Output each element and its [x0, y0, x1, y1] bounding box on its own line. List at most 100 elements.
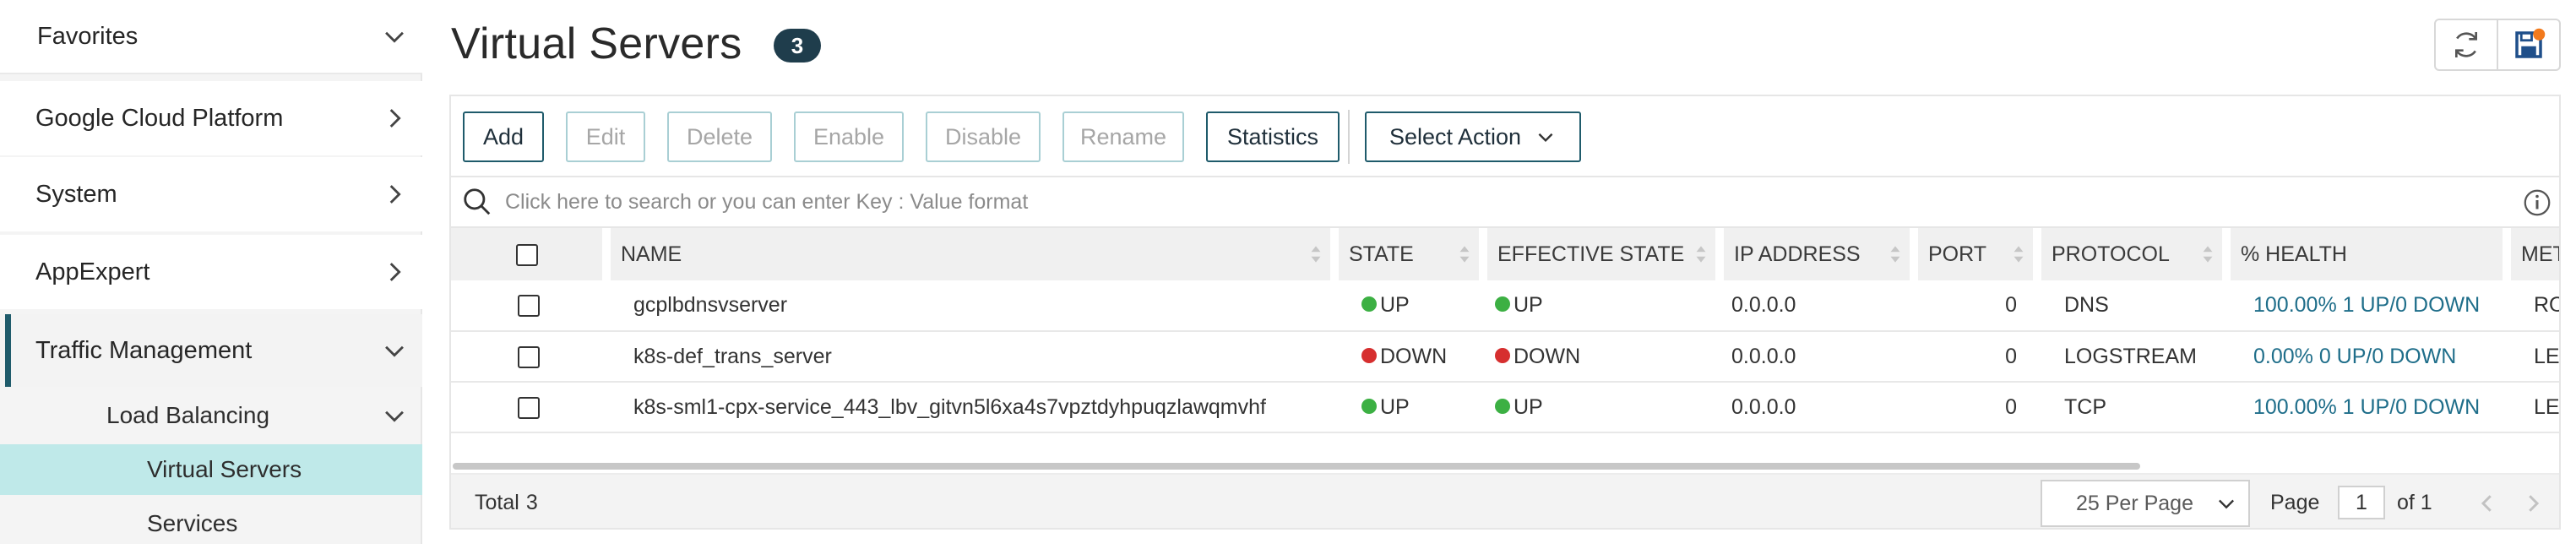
search-input[interactable]: Click here to search or you can enter Ke…: [505, 190, 1028, 215]
rename-button[interactable]: Rename: [1062, 111, 1184, 162]
column-header-protocol[interactable]: PROTOCOL: [2033, 228, 2226, 280]
column-header-method[interactable]: METH: [2503, 228, 2559, 280]
search-bar[interactable]: Click here to search or you can enter Ke…: [451, 176, 2559, 228]
column-header-effective-state[interactable]: EFFECTIVE STATE: [1479, 228, 1720, 280]
sort-icon: [1696, 246, 1706, 263]
table-row[interactable]: k8s-sml1-cpx-service_443_lbv_gitvn5l6xa4…: [451, 382, 2559, 433]
edit-button[interactable]: Edit: [566, 111, 645, 162]
sort-icon: [2014, 246, 2024, 263]
row-checkbox[interactable]: [518, 295, 540, 318]
effective-state-text: UP: [1514, 394, 1543, 419]
sidebar-item-label: System: [35, 180, 117, 208]
row-checkbox[interactable]: [518, 345, 540, 368]
active-indicator: [5, 314, 11, 387]
chevron-down-icon: [385, 410, 404, 422]
refresh-button[interactable]: [2436, 20, 2497, 69]
column-label: NAME: [621, 242, 682, 266]
count-badge: 3: [774, 29, 821, 63]
page-number-input[interactable]: 1: [2338, 486, 2385, 519]
method-cell: LEAST: [2507, 382, 2559, 433]
virtual-servers-table: NAME STATE EFFECTIVE STATE IP ADDRESS PO…: [451, 228, 2559, 433]
sidebar-item-google-cloud-platform[interactable]: Google Cloud Platform: [0, 81, 422, 155]
sidebar-item-favorites[interactable]: Favorites: [0, 0, 422, 74]
select-action-dropdown[interactable]: Select Action: [1365, 111, 1581, 162]
health-cell[interactable]: 100.00% 1 UP/0 DOWN: [2226, 280, 2507, 332]
chevron-down-icon: [1538, 133, 1553, 143]
column-label: EFFECTIVE STATE: [1497, 242, 1685, 266]
table-footer: Total 3 25 Per Page Page 1 of 1: [451, 473, 2559, 528]
select-all-header: [451, 228, 606, 280]
save-config-button[interactable]: [2497, 20, 2559, 69]
app-root: Favorites Google Cloud Platform System A…: [0, 0, 2576, 544]
sidebar: Favorites Google Cloud Platform System A…: [0, 0, 422, 544]
table-row[interactable]: k8s-def_trans_server DOWN DOWN 0.0.0.0 0…: [451, 331, 2559, 383]
save-icon: [2515, 28, 2546, 58]
page-of-label: of 1: [2397, 491, 2432, 514]
protocol-cell: TCP: [2037, 382, 2226, 433]
status-down-icon: [1495, 347, 1510, 363]
disable-button[interactable]: Disable: [926, 111, 1041, 162]
sidebar-item-virtual-servers[interactable]: Virtual Servers: [0, 444, 422, 495]
main-content: Virtual Servers 3 Add Edit Delete Enable…: [422, 0, 2576, 544]
status-up-icon: [1361, 398, 1377, 414]
state-text: DOWN: [1380, 344, 1448, 368]
name-cell[interactable]: gcplbdnsvserver: [606, 280, 1334, 332]
column-header-ip-address[interactable]: IP ADDRESS: [1715, 228, 1914, 280]
column-header-state[interactable]: STATE: [1330, 228, 1483, 280]
chevron-down-icon: [385, 31, 404, 43]
statistics-button[interactable]: Statistics: [1206, 111, 1340, 162]
sidebar-item-label: Virtual Servers: [147, 456, 302, 482]
sidebar-item-label: Google Cloud Platform: [35, 104, 284, 132]
chevron-right-icon: [389, 263, 401, 281]
column-header-health[interactable]: % HEALTH: [2222, 228, 2507, 280]
method-cell: LEAST: [2507, 331, 2559, 383]
row-checkbox[interactable]: [518, 396, 540, 419]
per-page-select[interactable]: 25 Per Page: [2041, 480, 2250, 527]
effective-state-cell: UP: [1483, 382, 1720, 433]
select-all-checkbox[interactable]: [515, 243, 538, 266]
name-cell[interactable]: k8s-def_trans_server: [606, 331, 1334, 383]
row-select-cell: [451, 331, 606, 383]
sidebar-item-traffic-management[interactable]: Traffic Management: [0, 314, 422, 387]
method-cell: ROUN: [2507, 280, 2559, 332]
column-header-name[interactable]: NAME: [602, 228, 1334, 280]
delete-button[interactable]: Delete: [667, 111, 772, 162]
select-action-label: Select Action: [1389, 123, 1522, 149]
sidebar-item-system[interactable]: System: [0, 157, 422, 231]
sort-icon: [1890, 246, 1900, 263]
health-cell[interactable]: 100.00% 1 UP/0 DOWN: [2226, 382, 2507, 433]
effective-state-cell: UP: [1483, 280, 1720, 332]
name-cell[interactable]: k8s-sml1-cpx-service_443_lbv_gitvn5l6xa4…: [606, 382, 1334, 433]
table-header-row: NAME STATE EFFECTIVE STATE IP ADDRESS PO…: [451, 228, 2559, 280]
sidebar-item-label: Load Balancing: [106, 402, 270, 428]
sidebar-item-appexpert[interactable]: AppExpert: [0, 235, 422, 309]
sidebar-item-services[interactable]: Services: [0, 498, 422, 549]
effective-state-text: UP: [1514, 293, 1543, 317]
previous-page-icon[interactable]: [2475, 491, 2500, 516]
column-label: IP ADDRESS: [1734, 242, 1861, 266]
protocol-cell: DNS: [2037, 280, 2226, 332]
health-cell[interactable]: 0.00% 0 UP/0 DOWN: [2226, 331, 2507, 383]
next-page-icon[interactable]: [2520, 491, 2546, 516]
horizontal-scrollbar[interactable]: [453, 463, 2140, 470]
sidebar-item-label: Services: [147, 510, 238, 536]
status-up-icon: [1495, 296, 1510, 313]
sort-icon: [2203, 246, 2213, 263]
info-icon[interactable]: [2522, 188, 2552, 218]
per-page-value: 25 Per Page: [2076, 491, 2193, 515]
sidebar-item-load-balancing[interactable]: Load Balancing: [0, 390, 422, 441]
sidebar-item-label: Traffic Management: [35, 336, 253, 364]
table-scroll-area: NAME STATE EFFECTIVE STATE IP ADDRESS PO…: [451, 228, 2559, 465]
status-down-icon: [1361, 347, 1377, 363]
table-row[interactable]: gcplbdnsvserver UP UP 0.0.0.0 0 DNS 100.…: [451, 280, 2559, 332]
add-button[interactable]: Add: [463, 111, 544, 162]
state-text: UP: [1380, 293, 1410, 317]
chevron-down-icon: [2219, 499, 2234, 509]
enable-button[interactable]: Enable: [794, 111, 904, 162]
column-header-port[interactable]: PORT: [1910, 228, 2037, 280]
chevron-down-icon: [385, 345, 404, 357]
effective-state-cell: DOWN: [1483, 331, 1720, 383]
port-cell: 0: [1914, 280, 2037, 332]
port-cell: 0: [1914, 331, 2037, 383]
row-select-cell: [451, 382, 606, 433]
